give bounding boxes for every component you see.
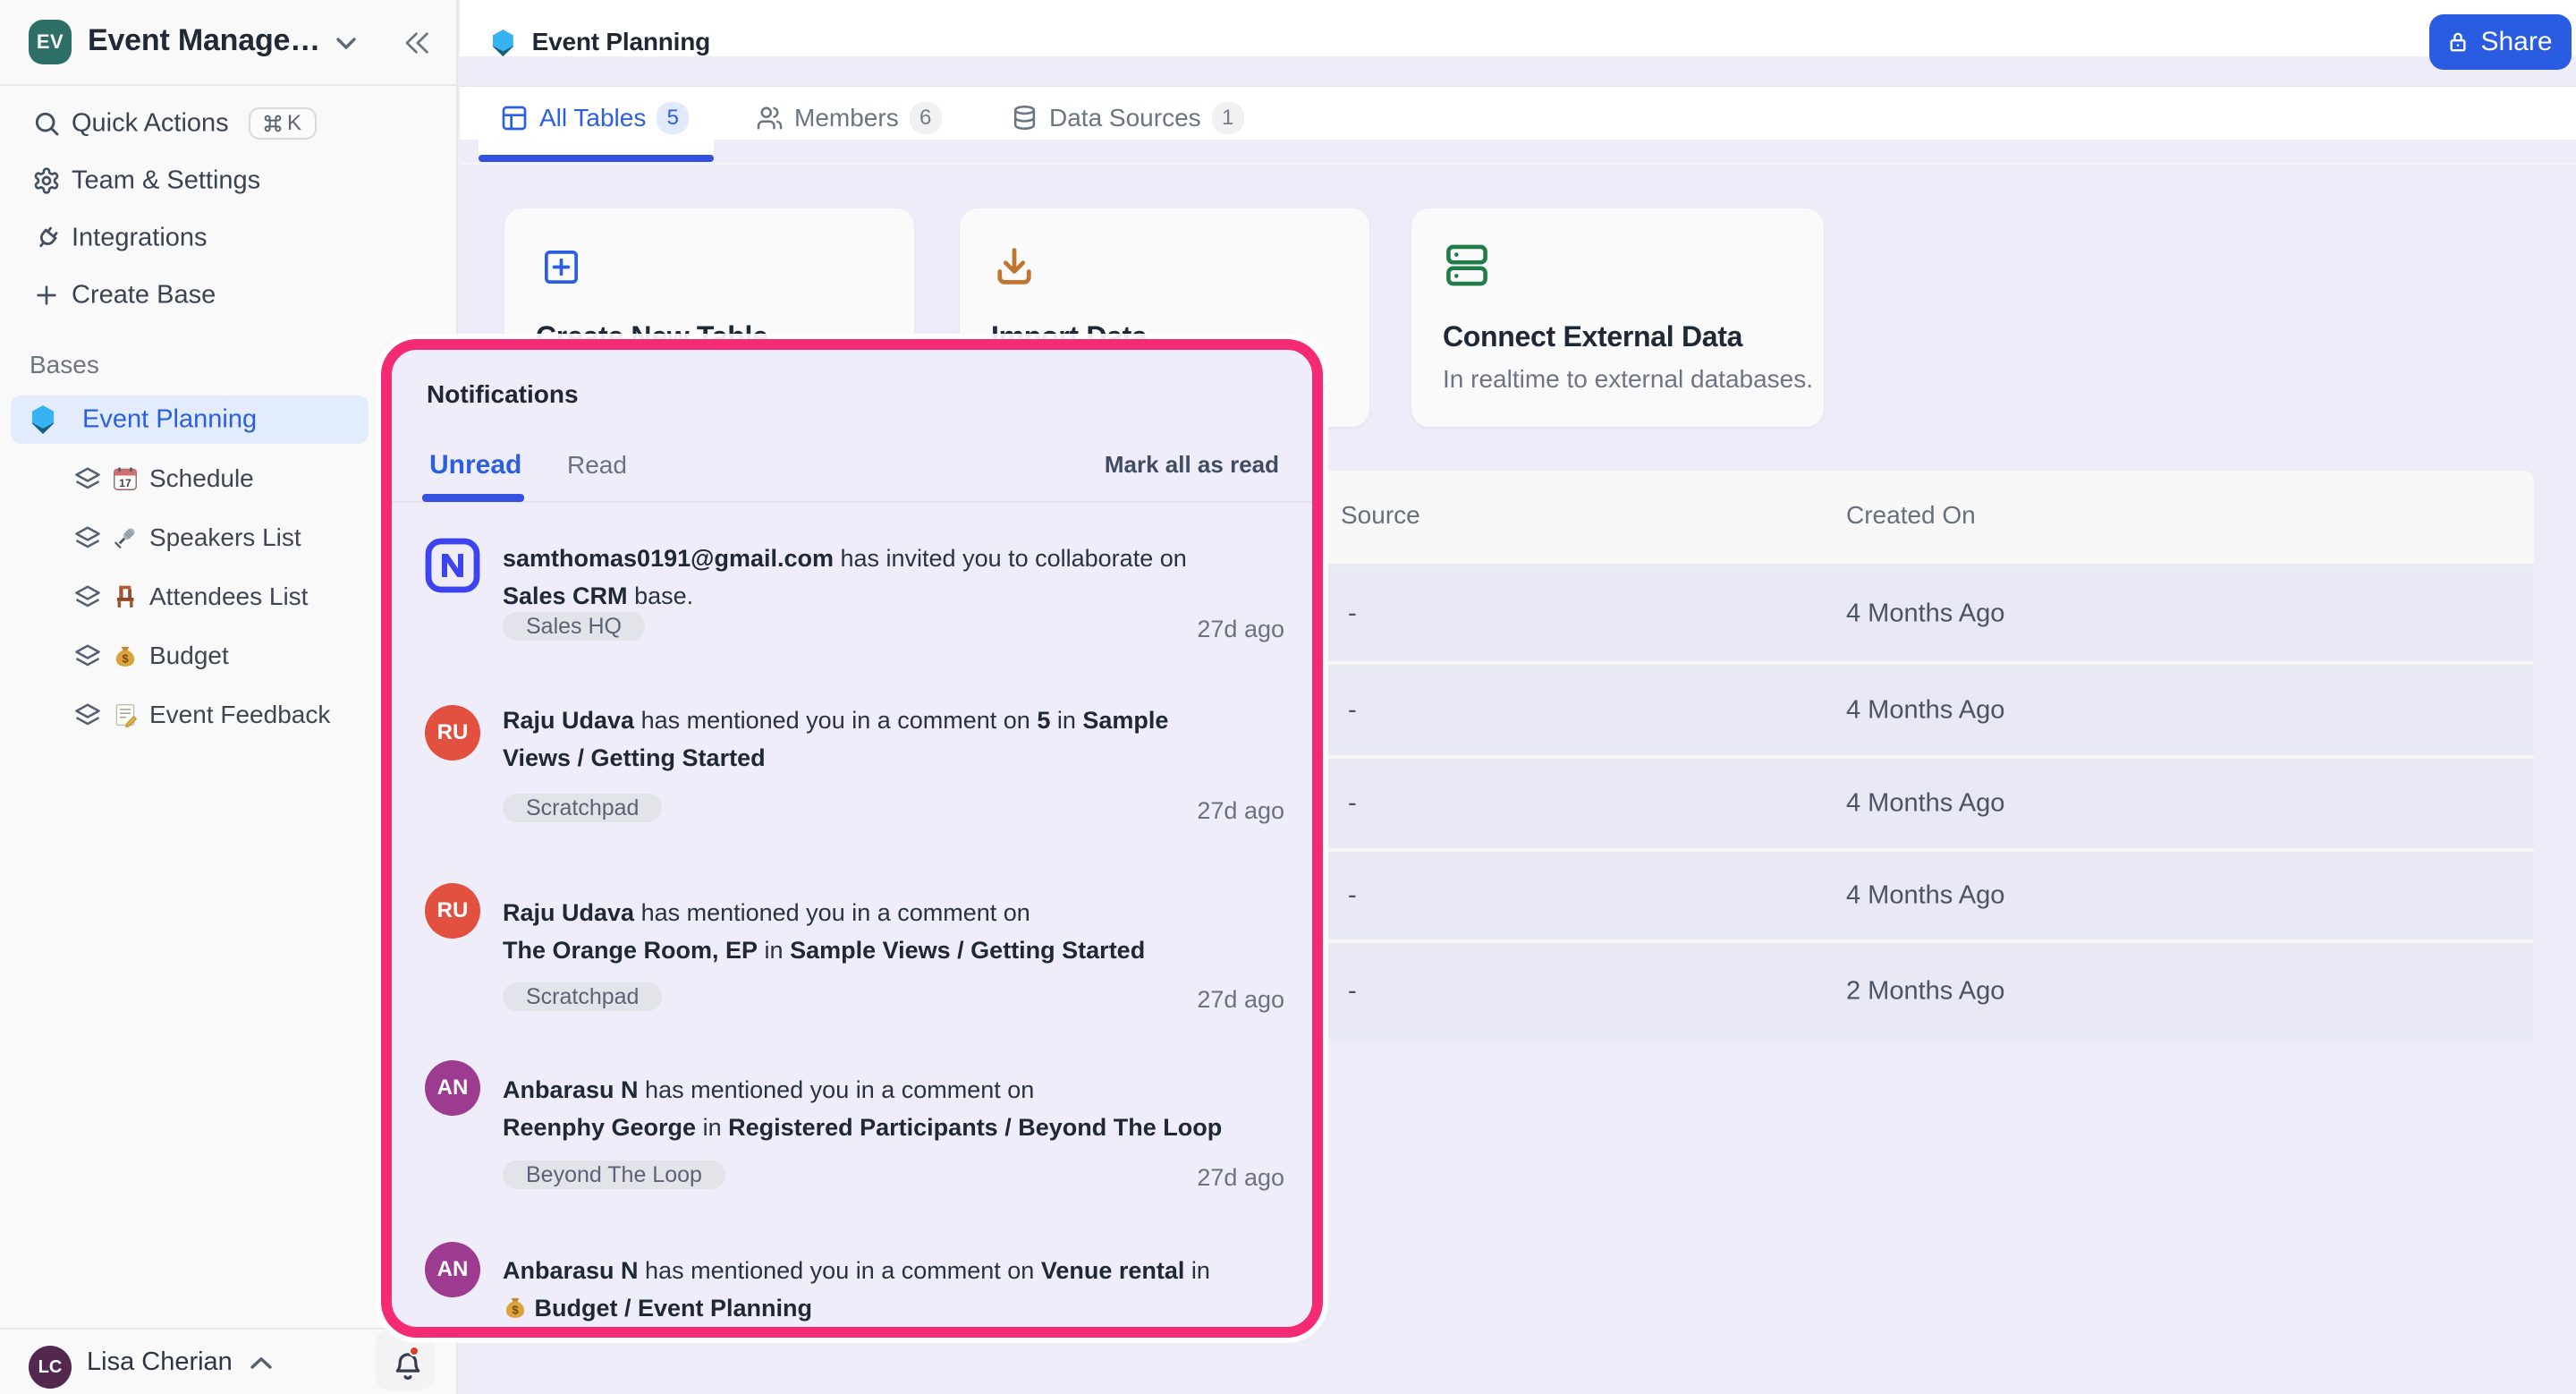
svg-text:17: 17 xyxy=(119,477,131,489)
svg-text:$: $ xyxy=(512,1303,519,1316)
svg-text:$: $ xyxy=(122,651,129,665)
